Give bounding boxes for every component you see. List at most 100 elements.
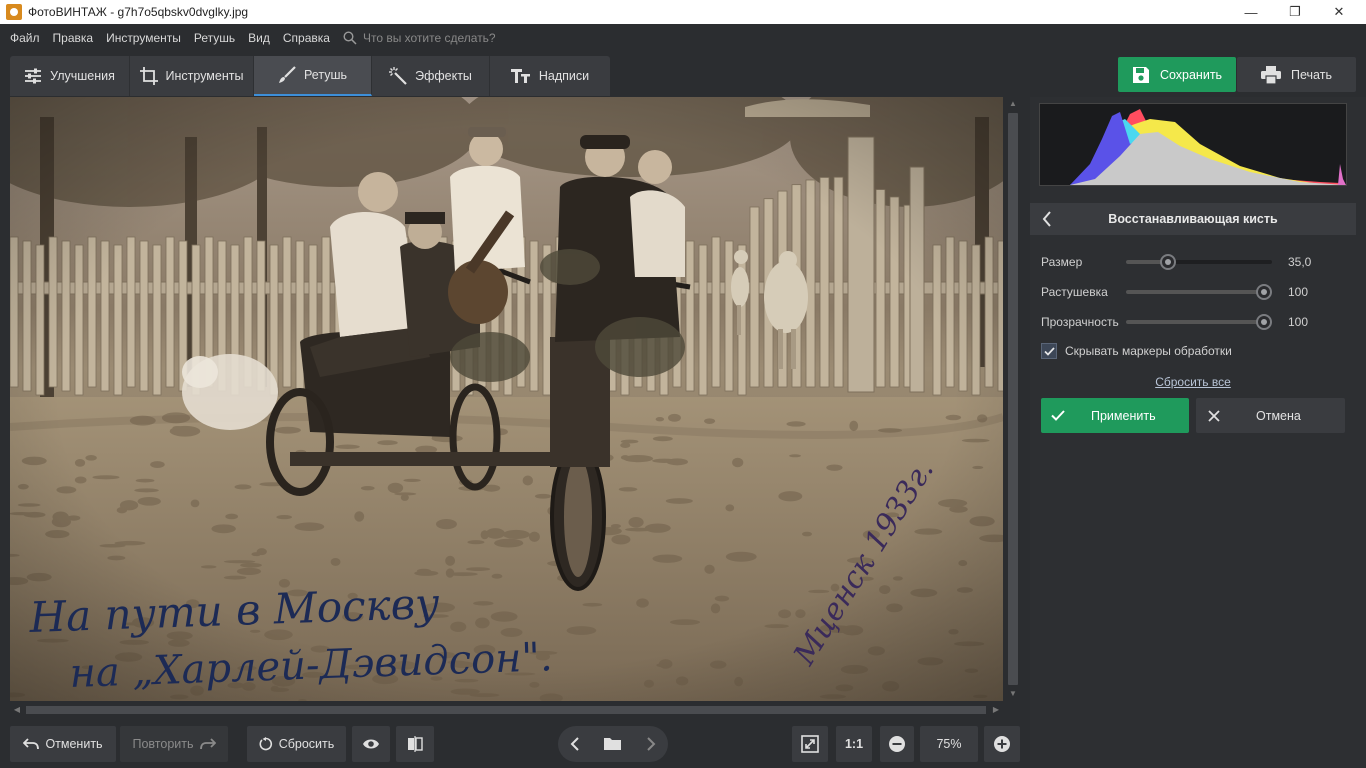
reset-all-link[interactable]: Сбросить все bbox=[1030, 375, 1356, 389]
print-button[interactable]: Печать bbox=[1237, 57, 1356, 92]
apply-label: Применить bbox=[1091, 408, 1156, 423]
magic-wand-icon bbox=[389, 67, 407, 85]
scroll-left-icon[interactable]: ◀ bbox=[10, 703, 24, 717]
reset-label: Сбросить bbox=[278, 737, 335, 751]
undo-label: Отменить bbox=[45, 737, 103, 751]
horizontal-scrollbar[interactable]: ◀ ▶ bbox=[10, 703, 1003, 717]
cancel-label: Отмена bbox=[1256, 408, 1301, 423]
redo-button[interactable]: Повторить bbox=[120, 726, 228, 762]
slider-fill bbox=[1126, 260, 1164, 264]
command-search[interactable]: Что вы хотите сделать? bbox=[343, 31, 496, 45]
zoom-out-icon bbox=[889, 736, 905, 752]
close-button[interactable]: ✕ bbox=[1316, 0, 1362, 24]
tab-captions[interactable]: Надписи bbox=[490, 56, 610, 96]
bottom-toolbar: Отменить Повторить Сбросить 1:1 75% bbox=[0, 720, 1024, 768]
menu-bar: Файл Правка Инструменты Ретушь Вид Справ… bbox=[0, 24, 1366, 52]
text-icon bbox=[510, 69, 530, 83]
scroll-up-icon[interactable]: ▲ bbox=[1005, 97, 1021, 111]
tab-enhancements[interactable]: Улучшения bbox=[10, 56, 130, 96]
fit-to-screen-button[interactable] bbox=[792, 726, 828, 762]
opacity-slider[interactable] bbox=[1126, 314, 1272, 330]
tab-label: Инструменты bbox=[165, 69, 244, 83]
zoom-in-button[interactable] bbox=[984, 726, 1020, 762]
hide-markers-option[interactable]: Скрывать маркеры обработки bbox=[1041, 343, 1232, 359]
undo-button[interactable]: Отменить bbox=[10, 726, 116, 762]
vintage-photo[interactable]: На пути в Москву на „Харлей-Дэвидсон". М… bbox=[10, 97, 1003, 701]
scroll-down-icon[interactable]: ▼ bbox=[1005, 687, 1021, 701]
slider-handle[interactable] bbox=[1256, 314, 1272, 330]
image-navigation bbox=[558, 726, 668, 762]
minimize-button[interactable]: — bbox=[1228, 0, 1274, 24]
menu-tools[interactable]: Инструменты bbox=[106, 31, 181, 45]
tab-effects[interactable]: Эффекты bbox=[372, 56, 490, 96]
apply-button[interactable]: Применить bbox=[1041, 398, 1189, 433]
scroll-right-icon[interactable]: ▶ bbox=[989, 703, 1003, 717]
menu-retouch[interactable]: Ретушь bbox=[194, 31, 235, 45]
menu-edit[interactable]: Правка bbox=[53, 31, 94, 45]
histogram bbox=[1039, 103, 1347, 186]
slider-fill bbox=[1126, 320, 1272, 324]
horizontal-scroll-thumb[interactable] bbox=[26, 706, 986, 714]
slider-label: Размер bbox=[1041, 255, 1083, 269]
brush-icon bbox=[279, 66, 296, 83]
reset-icon bbox=[259, 737, 272, 751]
sliders-icon bbox=[25, 68, 42, 84]
redo-icon bbox=[199, 738, 216, 750]
close-icon bbox=[1208, 409, 1220, 422]
hide-markers-label: Скрывать маркеры обработки bbox=[1065, 344, 1232, 358]
feather-slider[interactable] bbox=[1126, 284, 1272, 300]
compare-icon bbox=[408, 736, 423, 752]
zoom-level[interactable]: 75% bbox=[920, 726, 978, 762]
slider-value: 35,0 bbox=[1288, 255, 1312, 269]
zoom-out-button[interactable] bbox=[880, 726, 914, 762]
vertical-scroll-thumb[interactable] bbox=[1008, 113, 1018, 685]
printer-icon bbox=[1261, 65, 1282, 84]
open-folder-icon[interactable] bbox=[604, 737, 622, 751]
tab-label: Эффекты bbox=[415, 69, 472, 83]
next-image-icon[interactable] bbox=[646, 737, 656, 751]
crop-icon bbox=[139, 67, 158, 85]
opacity-slider-row: Прозрачность 100 bbox=[1041, 312, 1341, 332]
save-label: Сохранить bbox=[1159, 67, 1223, 82]
vertical-scrollbar[interactable]: ▲ ▼ bbox=[1005, 97, 1021, 701]
slider-value: 100 bbox=[1288, 315, 1309, 329]
tool-panel-title: Восстанавливающая кисть bbox=[1108, 212, 1278, 226]
tab-tools[interactable]: Инструменты bbox=[130, 56, 254, 96]
reset-button[interactable]: Сбросить bbox=[247, 726, 346, 762]
compare-button[interactable] bbox=[396, 726, 434, 762]
preview-toggle-button[interactable] bbox=[352, 726, 390, 762]
menu-view[interactable]: Вид bbox=[248, 31, 270, 45]
tab-label: Ретушь bbox=[304, 68, 347, 82]
search-icon bbox=[343, 31, 357, 45]
print-label: Печать bbox=[1291, 67, 1332, 82]
slider-fill bbox=[1126, 290, 1272, 294]
slider-handle[interactable] bbox=[1159, 254, 1176, 270]
hide-markers-checkbox[interactable] bbox=[1041, 343, 1057, 359]
size-slider-row: Размер 35,0 bbox=[1041, 252, 1341, 272]
tab-retouch[interactable]: Ретушь bbox=[254, 56, 372, 96]
previous-image-icon[interactable] bbox=[570, 737, 580, 751]
slider-value: 100 bbox=[1288, 285, 1309, 299]
actual-size-button[interactable]: 1:1 bbox=[836, 726, 872, 762]
save-icon bbox=[1132, 66, 1149, 83]
menu-file[interactable]: Файл bbox=[10, 31, 40, 45]
cancel-button[interactable]: Отмена bbox=[1196, 398, 1345, 433]
search-placeholder: Что вы хотите сделать? bbox=[362, 31, 496, 45]
back-arrow-icon[interactable] bbox=[1042, 211, 1052, 227]
redo-label: Повторить bbox=[132, 737, 194, 751]
tab-label: Надписи bbox=[538, 69, 590, 83]
tab-label: Улучшения bbox=[50, 69, 115, 83]
fit-screen-icon bbox=[801, 735, 819, 753]
photo-canvas[interactable]: На пути в Москву на „Харлей-Дэвидсон". М… bbox=[10, 97, 1003, 701]
window-title: ФотоВИНТАЖ - g7h7o5qbskv0dvglky.jpg bbox=[28, 5, 249, 19]
tool-panel-header: Восстанавливающая кисть bbox=[1030, 203, 1356, 235]
zoom-in-icon bbox=[994, 736, 1010, 752]
menu-help[interactable]: Справка bbox=[283, 31, 330, 45]
slider-handle[interactable] bbox=[1256, 284, 1272, 300]
feather-slider-row: Растушевка 100 bbox=[1041, 282, 1341, 302]
save-button[interactable]: Сохранить bbox=[1118, 57, 1236, 92]
maximize-button[interactable]: ❐ bbox=[1272, 0, 1318, 24]
size-slider[interactable] bbox=[1126, 254, 1272, 270]
slider-label: Растушевка bbox=[1041, 285, 1108, 299]
eye-icon bbox=[363, 739, 379, 749]
